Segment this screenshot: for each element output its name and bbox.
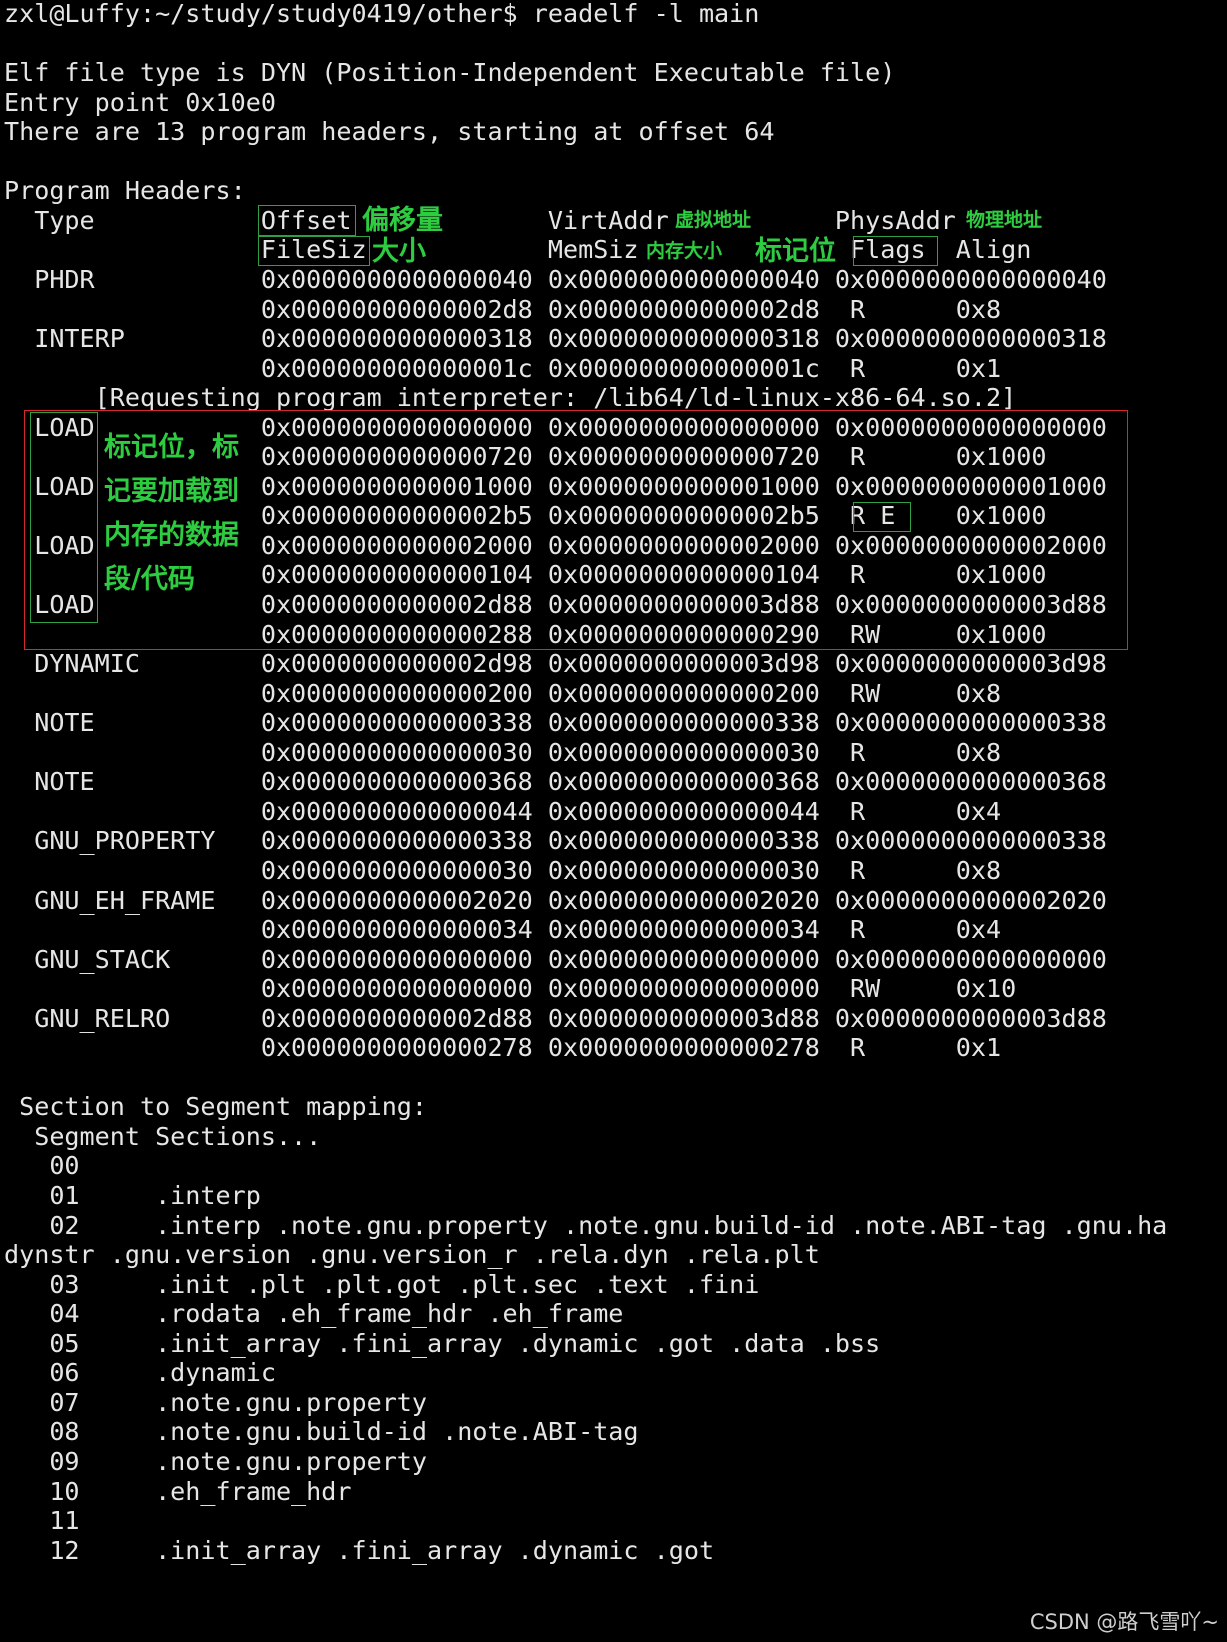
terminal-line: Section to Segment mapping:	[4, 1092, 428, 1122]
filesiz-highlight-box	[258, 236, 370, 266]
terminal-line: 02 .interp .note.gnu.property .note.gnu.…	[4, 1210, 1168, 1240]
terminal-line: 01 .interp	[4, 1181, 261, 1210]
terminal-line: There are 13 program headers, starting a…	[4, 117, 775, 147]
terminal-line: Program Headers:	[4, 176, 246, 206]
terminal-line: Entry point 0x10e0	[4, 87, 276, 117]
terminal-line: Type Offset VirtAddr PhysAddr	[4, 205, 956, 235]
load-segments-box	[24, 410, 1128, 650]
terminal-line: 06 .dynamic	[4, 1358, 276, 1388]
terminal-line: Segment Sections...	[4, 1121, 322, 1151]
terminal-line: 0x000000000000001c 0x000000000000001c R …	[4, 353, 1002, 383]
terminal-line: GNU_EH_FRAME 0x0000000000002020 0x000000…	[4, 885, 1107, 915]
terminal-line: 00	[4, 1151, 80, 1181]
terminal-line: zxl@Luffy:~/study/study0419/other$ reade…	[4, 0, 760, 28]
annotation-virtaddr: 虚拟地址	[675, 209, 752, 231]
terminal-line: DYNAMIC 0x0000000000002d98 0x00000000000…	[4, 649, 1107, 679]
annotation-flags: 标记位	[755, 236, 836, 267]
offset-highlight-box	[258, 205, 356, 236]
terminal-line: NOTE 0x0000000000000338 0x00000000000003…	[4, 708, 1107, 738]
terminal-line: 0x0000000000000030 0x0000000000000030 R …	[4, 855, 1002, 885]
terminal-line: GNU_PROPERTY 0x0000000000000338 0x000000…	[4, 826, 1107, 856]
terminal-line: 09 .note.gnu.property	[4, 1446, 428, 1476]
terminal-line: 04 .rodata .eh_frame_hdr .eh_frame	[4, 1299, 624, 1329]
terminal-line: [Requesting program interpreter: /lib64/…	[4, 383, 1017, 413]
terminal-line: PHDR 0x0000000000000040 0x00000000000000…	[4, 264, 1107, 294]
annotation-memsiz: 内存大小	[646, 240, 723, 262]
terminal-line: 08 .note.gnu.build-id .note.ABI-tag	[4, 1417, 639, 1447]
terminal-line: 0x0000000000000030 0x0000000000000030 R …	[4, 737, 1002, 767]
annotation-offset: 偏移量	[362, 205, 443, 236]
terminal-line: 07 .note.gnu.property	[4, 1387, 428, 1417]
terminal-line: Elf file type is DYN (Position-Independe…	[4, 58, 896, 88]
terminal-line: 12 .init_array .fini_array .dynamic .got	[4, 1535, 715, 1565]
flags-highlight-box	[853, 236, 938, 266]
terminal-line: 0x0000000000000200 0x0000000000000200 RW…	[4, 678, 1002, 708]
annotation-physaddr: 物理地址	[966, 209, 1043, 231]
terminal-line: NOTE 0x0000000000000368 0x00000000000003…	[4, 767, 1107, 797]
terminal-line: 0x0000000000000278 0x0000000000000278 R …	[4, 1033, 1002, 1063]
terminal-line: 03 .init .plt .plt.got .plt.sec .text .f…	[4, 1269, 760, 1299]
terminal-line: 0x0000000000000000 0x0000000000000000 RW…	[4, 974, 1017, 1004]
terminal-line: dynstr .gnu.version .gnu.version_r .rela…	[4, 1240, 820, 1270]
terminal-line: GNU_RELRO 0x0000000000002d88 0x000000000…	[4, 1003, 1107, 1033]
terminal-line: 11	[4, 1506, 80, 1536]
terminal-window[interactable]: zxl@Luffy:~/study/study0419/other$ reade…	[0, 0, 1227, 1642]
terminal-line: 0x0000000000000044 0x0000000000000044 R …	[4, 796, 1002, 826]
terminal-line: INTERP 0x0000000000000318 0x000000000000…	[4, 324, 1107, 354]
terminal-line: 0x0000000000000034 0x0000000000000034 R …	[4, 915, 1002, 945]
csdn-watermark: CSDN @路飞雪吖~	[1029, 1610, 1219, 1634]
annotation-filesiz: 大小	[372, 236, 426, 267]
terminal-line: 05 .init_array .fini_array .dynamic .got…	[4, 1328, 881, 1358]
terminal-line: 10 .eh_frame_hdr	[4, 1476, 352, 1506]
terminal-line: 0x00000000000002d8 0x00000000000002d8 R …	[4, 294, 1002, 324]
terminal-line: GNU_STACK 0x0000000000000000 0x000000000…	[4, 944, 1107, 974]
